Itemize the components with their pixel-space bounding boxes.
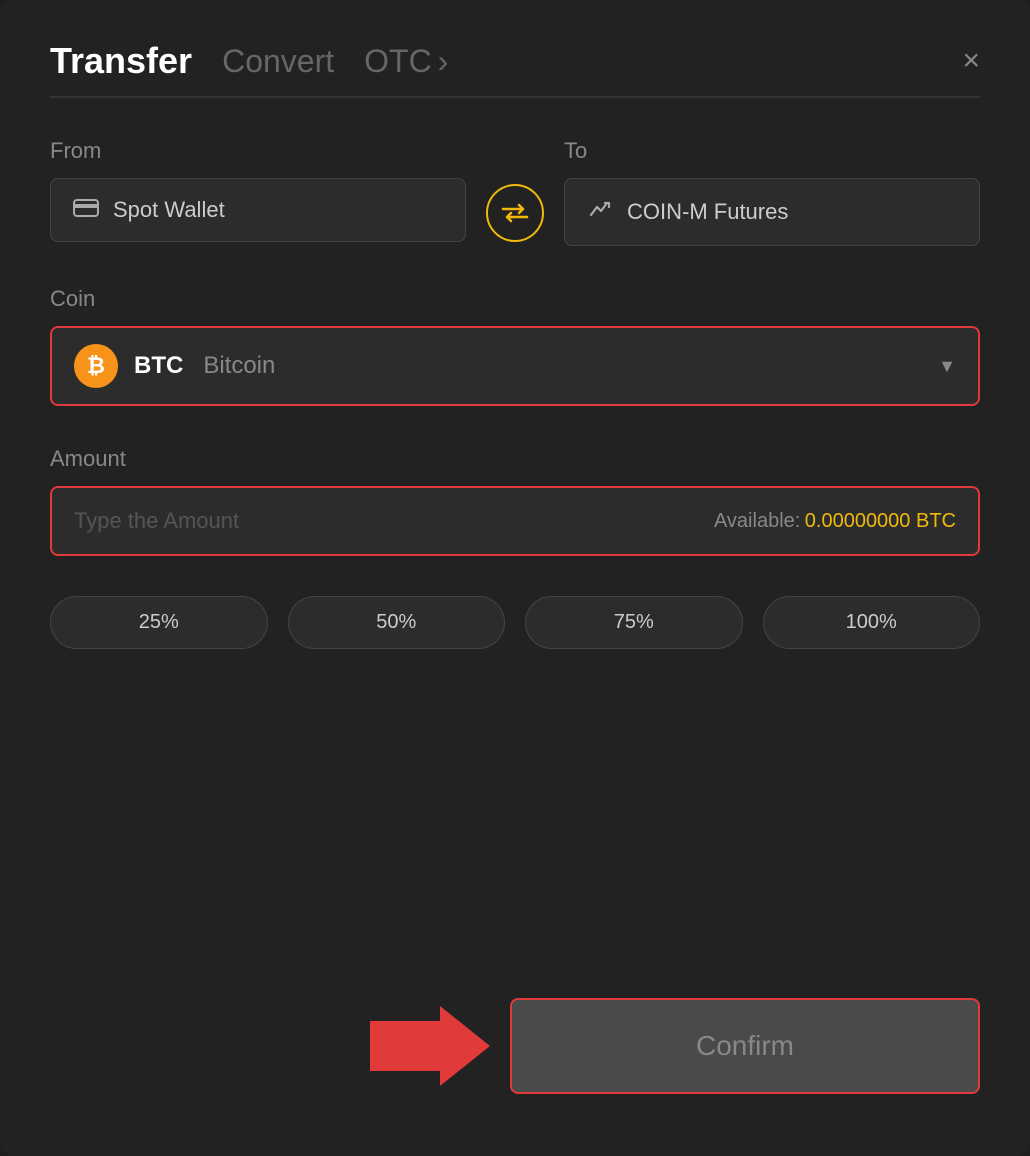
- pct-100-button[interactable]: 100%: [763, 596, 981, 649]
- pct-25-button[interactable]: 25%: [50, 596, 268, 649]
- swap-button-container: [466, 138, 564, 242]
- wallet-icon: [73, 197, 99, 223]
- to-label: To: [564, 138, 980, 164]
- available-value: 0.00000000 BTC: [805, 510, 956, 532]
- futures-icon: [587, 197, 613, 227]
- available-label: Available:: [714, 510, 800, 532]
- amount-label: Amount: [50, 446, 126, 471]
- from-wallet-label: Spot Wallet: [113, 197, 225, 223]
- header-tabs: Transfer Convert OTC › ×: [50, 40, 980, 96]
- from-to-section: From Spot Wallet To: [50, 138, 980, 246]
- chevron-down-icon: ▼: [938, 356, 956, 377]
- red-arrow-icon: [370, 996, 490, 1096]
- otc-chevron-icon: ›: [438, 43, 449, 80]
- arrow-container: [50, 996, 510, 1096]
- tab-convert[interactable]: Convert: [222, 43, 334, 94]
- amount-box: Type the Amount Available: 0.00000000 BT…: [50, 486, 980, 556]
- percentage-buttons: 25% 50% 75% 100%: [50, 596, 980, 649]
- tab-transfer[interactable]: Transfer: [50, 40, 192, 96]
- swap-button[interactable]: [486, 184, 544, 242]
- pct-50-button[interactable]: 50%: [288, 596, 506, 649]
- amount-section: Amount Type the Amount Available: 0.0000…: [50, 446, 980, 556]
- coin-full-name: Bitcoin: [203, 352, 275, 380]
- bottom-area: Confirm: [50, 996, 980, 1096]
- to-wallet-label: COIN-M Futures: [627, 199, 788, 225]
- coin-selector[interactable]: ₿ BTC Bitcoin ▼: [50, 326, 980, 406]
- amount-placeholder[interactable]: Type the Amount: [74, 508, 239, 534]
- header-divider: [50, 96, 980, 98]
- pct-75-button[interactable]: 75%: [525, 596, 743, 649]
- coin-symbol: BTC: [134, 352, 183, 380]
- from-label: From: [50, 138, 466, 164]
- close-button[interactable]: ×: [962, 46, 980, 90]
- available-info: Available: 0.00000000 BTC: [714, 510, 956, 533]
- coin-section: Coin ₿ BTC Bitcoin ▼: [50, 286, 980, 406]
- from-wallet-selector[interactable]: Spot Wallet: [50, 178, 466, 242]
- from-column: From Spot Wallet: [50, 138, 466, 242]
- confirm-button[interactable]: Confirm: [510, 998, 980, 1094]
- to-wallet-selector[interactable]: COIN-M Futures: [564, 178, 980, 246]
- btc-icon: ₿: [74, 344, 118, 388]
- transfer-modal: Transfer Convert OTC › × From Spot Walle…: [0, 0, 1030, 1156]
- tab-otc[interactable]: OTC ›: [364, 43, 448, 94]
- coin-label: Coin: [50, 286, 95, 311]
- to-column: To COIN-M Futures: [564, 138, 980, 246]
